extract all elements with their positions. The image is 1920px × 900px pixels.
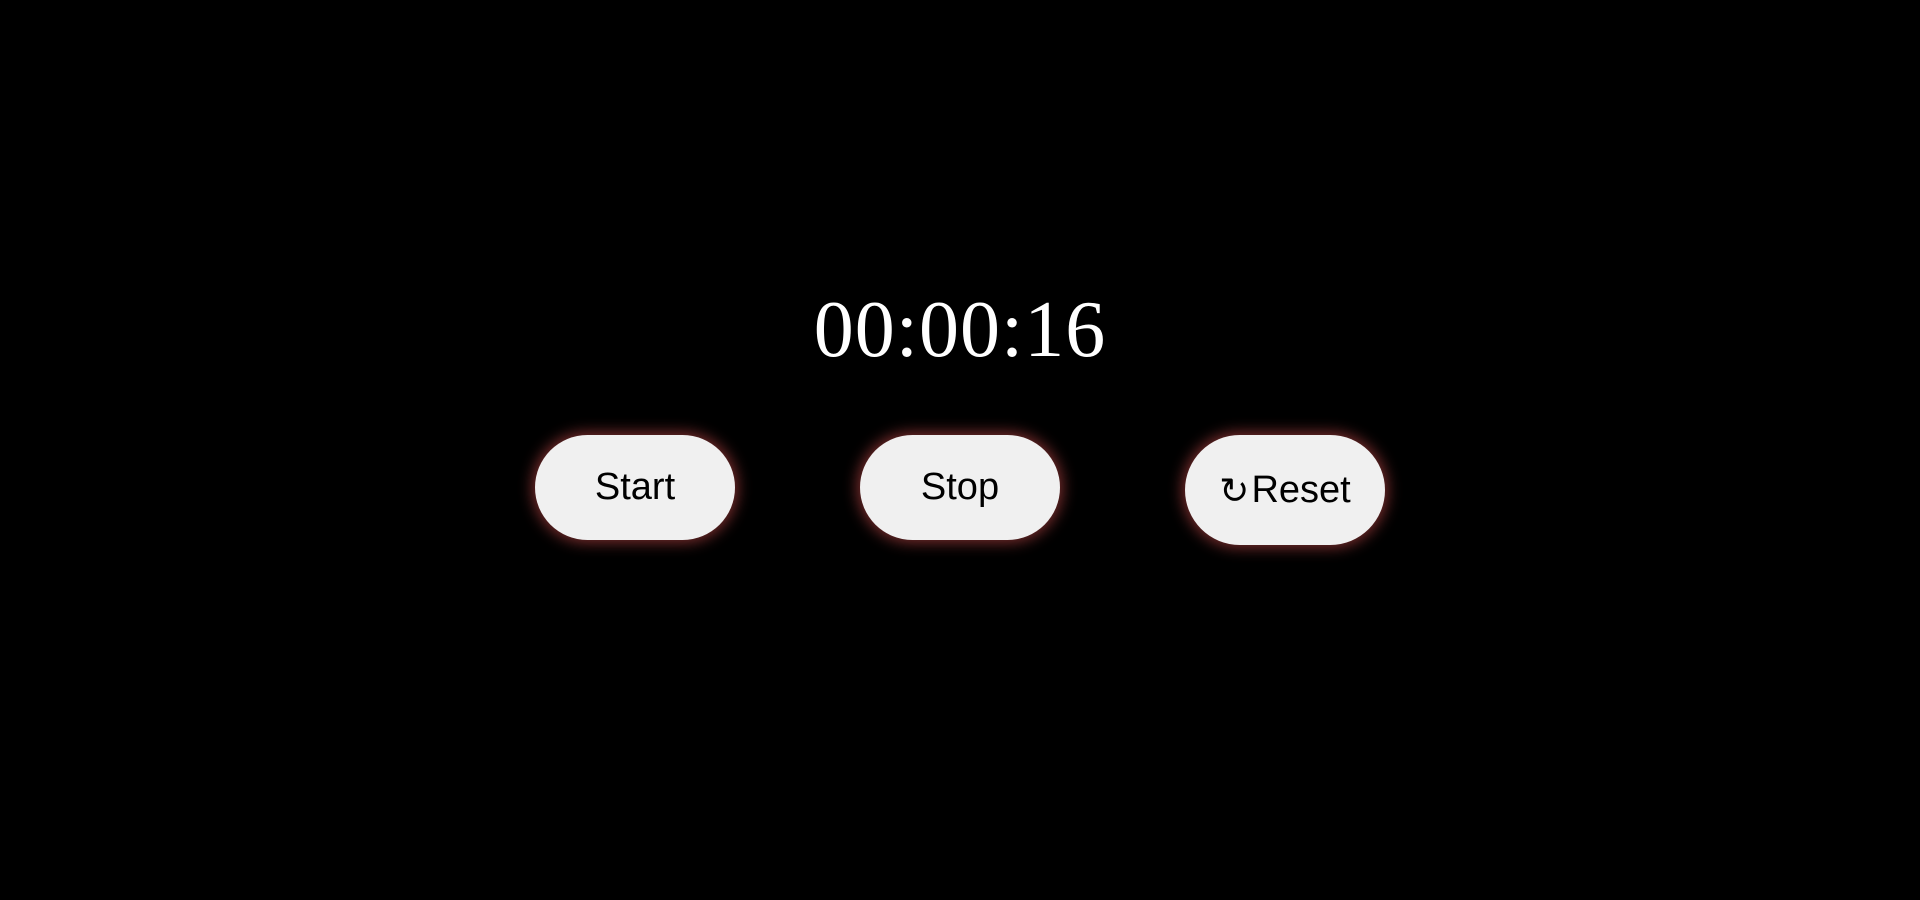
start-button[interactable]: Start bbox=[535, 435, 735, 540]
reset-button[interactable]: ↻ Reset bbox=[1185, 435, 1385, 545]
reset-button-label: Reset bbox=[1251, 468, 1351, 511]
start-button-label: Start bbox=[594, 466, 676, 508]
stop-button[interactable]: Stop bbox=[860, 435, 1060, 540]
reset-icon: ↻ bbox=[1219, 471, 1250, 512]
timer-display: 00:00:16 bbox=[813, 286, 1107, 374]
stopwatch-app: 00:00:16 Start Stop ↻ Reset bbox=[0, 0, 1920, 900]
controls: Start Stop ↻ Reset bbox=[0, 435, 1920, 555]
stop-button-label: Stop bbox=[920, 466, 1000, 508]
